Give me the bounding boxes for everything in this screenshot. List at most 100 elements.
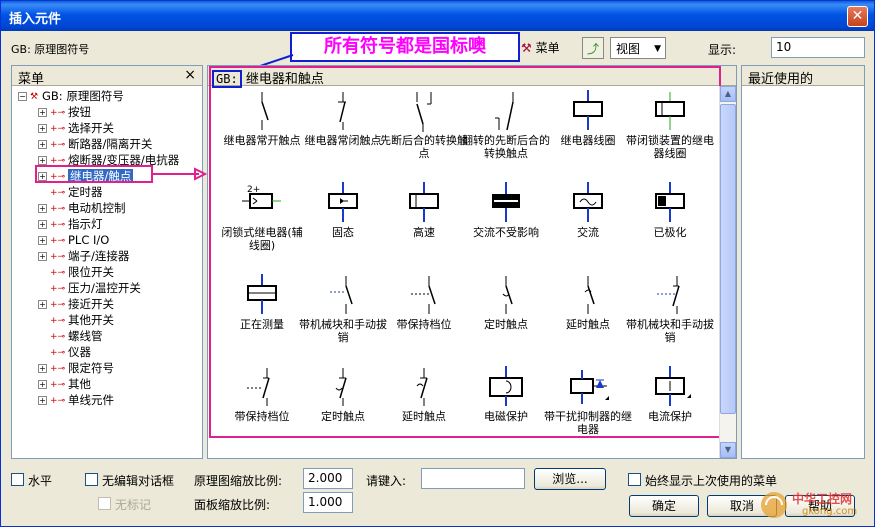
- menu-icon: ⚒: [521, 41, 532, 55]
- panel-scale-input[interactable]: 1.000: [303, 492, 353, 513]
- tree-item[interactable]: +⊸ 螺线管: [38, 328, 103, 344]
- panel-close-icon[interactable]: ×: [184, 67, 196, 83]
- symbol-item[interactable]: 带机械块和手动拔销: [299, 272, 387, 362]
- scroll-up-icon[interactable]: ▲: [720, 86, 736, 102]
- tree-item-label: 接近开关: [68, 297, 114, 311]
- menu-button[interactable]: ⚒ 菜单: [521, 37, 577, 59]
- expander-icon[interactable]: +: [38, 236, 47, 245]
- tree-item[interactable]: + +⊸ 限定符号: [38, 360, 114, 376]
- enter-label: 请键入:: [366, 474, 407, 488]
- symbol-item[interactable]: 延时触点: [382, 364, 466, 454]
- tree-item-label: 按钮: [68, 105, 91, 119]
- expander-icon[interactable]: +: [38, 252, 47, 261]
- tree-item[interactable]: + +⊸ 按钮: [38, 104, 91, 120]
- tree-item-label: 限位开关: [68, 265, 114, 279]
- symbol-item[interactable]: 带闭锁装置的继电器线圈: [626, 88, 714, 178]
- tree-item[interactable]: +⊸ 定时器: [38, 184, 103, 200]
- symbol-item[interactable]: 正在测量: [220, 272, 304, 362]
- symbol-item[interactable]: 固态: [301, 180, 385, 270]
- scroll-thumb[interactable]: [720, 104, 736, 414]
- symbol-item[interactable]: 继电器常闭触点: [301, 88, 385, 178]
- close-button[interactable]: ✕: [847, 6, 868, 27]
- symbol-label: 交流不受影响: [473, 226, 539, 239]
- tree-item[interactable]: + +⊸ 断路器/隔离开关: [38, 136, 152, 152]
- symbol-label: 翻转的先断后合的转换触点: [462, 134, 550, 160]
- symbol-item[interactable]: 2+ 闭锁式继电器(辅线圈): [220, 180, 304, 270]
- symbol-item[interactable]: 交流: [546, 180, 630, 270]
- symbol-label: 继电器常开触点: [223, 134, 301, 147]
- schematic-scale-input[interactable]: 2.000: [303, 468, 353, 489]
- tree-item-label: 定时器: [68, 185, 103, 199]
- ok-button[interactable]: 确定: [629, 495, 699, 517]
- expander-icon[interactable]: +: [38, 364, 47, 373]
- symbol-label: 交流: [577, 226, 599, 239]
- no-edit-dialog-checkbox[interactable]: [85, 473, 98, 486]
- node-icon: +⊸: [50, 395, 66, 406]
- expander-icon[interactable]: +: [38, 140, 47, 149]
- expander-icon[interactable]: +: [38, 396, 47, 405]
- relay-coil-icon: [573, 90, 603, 130]
- browse-button[interactable]: 浏览...: [534, 468, 606, 490]
- horizontal-checkbox[interactable]: [11, 473, 24, 486]
- symbol-label: 延时触点: [566, 318, 610, 331]
- symbol-item[interactable]: 交流不受影响: [464, 180, 548, 270]
- scroll-down-icon[interactable]: ▼: [720, 442, 736, 458]
- always-show-checkbox[interactable]: [628, 473, 641, 486]
- tree-root[interactable]: − ⚒ GB: 原理图符号: [18, 88, 124, 104]
- symbol-item[interactable]: 电流保护: [628, 364, 712, 454]
- display-count-input[interactable]: 10: [771, 37, 865, 58]
- tree-item[interactable]: + +⊸ 单线元件: [38, 392, 114, 408]
- symbol-scrollbar[interactable]: ▲ ▼: [719, 86, 736, 458]
- tree-item[interactable]: +⊸ 压力/温控开关: [38, 280, 141, 296]
- library-icon: ⚒: [30, 91, 39, 102]
- symbol-item[interactable]: 带机械块和手动拔销: [626, 272, 714, 362]
- symbol-item[interactable]: 高速: [382, 180, 466, 270]
- expander-icon[interactable]: +: [38, 108, 47, 117]
- tree-item[interactable]: +⊸ 限位开关: [38, 264, 114, 280]
- expander-icon[interactable]: +: [38, 204, 47, 213]
- symbol-item[interactable]: 延时触点: [546, 272, 630, 362]
- symbol-item[interactable]: 翻转的先断后合的转换触点: [462, 88, 550, 178]
- symbol-item[interactable]: 先断后合的转换触点: [380, 88, 468, 178]
- node-icon: +⊸: [50, 315, 66, 326]
- symbol-item[interactable]: 带保持档位: [220, 364, 304, 454]
- no-tag-checkbox[interactable]: [98, 497, 111, 510]
- symbol-item[interactable]: 继电器线圈: [546, 88, 630, 178]
- expander-icon[interactable]: +: [38, 380, 47, 389]
- window-title: 插入元件: [9, 12, 62, 27]
- current-protection-icon: [655, 366, 691, 406]
- tree-item[interactable]: +⊸ 其他开关: [38, 312, 114, 328]
- node-icon: +⊸: [50, 219, 66, 230]
- tree-item[interactable]: + +⊸ 其他: [38, 376, 91, 392]
- symbol-item[interactable]: 定时触点: [301, 364, 385, 454]
- expander-icon[interactable]: +: [38, 220, 47, 229]
- symbol-group-title: 继电器和触点: [245, 72, 324, 87]
- tree-item[interactable]: + +⊸ 端子/连接器: [38, 248, 129, 264]
- symbol-item[interactable]: 带保持档位: [382, 272, 466, 362]
- tree-item[interactable]: +⊸ 仪器: [38, 344, 91, 360]
- symbol-item[interactable]: 已极化: [628, 180, 712, 270]
- tree-item[interactable]: + +⊸ 选择开关: [38, 120, 114, 136]
- watermark-logo: 中华工控网 gkong.com: [758, 488, 868, 522]
- enter-input[interactable]: [421, 468, 525, 489]
- tree-item[interactable]: + +⊸ 接近开关: [38, 296, 114, 312]
- title-bar[interactable]: 插入元件 ✕: [1, 1, 874, 31]
- symbol-item[interactable]: 带干扰抑制器的继电器: [544, 364, 632, 454]
- up-level-icon[interactable]: ⤴: [582, 37, 604, 59]
- chevron-down-icon: ▼: [654, 44, 661, 54]
- recent-panel: 最近使用的: [741, 65, 865, 459]
- tree-item-label: 断路器/隔离开关: [68, 137, 153, 151]
- symbol-panel-header: GB: 继电器和触点: [208, 66, 736, 88]
- view-dropdown[interactable]: 视图 ▼: [610, 37, 666, 59]
- watermark-url: gkong.com: [802, 506, 858, 517]
- symbol-item[interactable]: 继电器常开触点: [220, 88, 304, 178]
- symbol-item[interactable]: 电磁保护: [464, 364, 548, 454]
- tree-item[interactable]: + +⊸ 电动机控制: [38, 200, 126, 216]
- expander-icon[interactable]: +: [38, 124, 47, 133]
- expander-icon[interactable]: +: [38, 156, 47, 165]
- symbol-item[interactable]: 定时触点: [464, 272, 548, 362]
- menu-panel: 菜单 × − ⚒ GB: 原理图符号 + +⊸ 按钮 + +⊸ 选择开关 + +⊸ 断路器/隔离开关…: [11, 65, 203, 459]
- expander-icon[interactable]: +: [38, 300, 47, 309]
- tree-item[interactable]: + +⊸ PLC I/O: [38, 232, 109, 248]
- tree-item[interactable]: + +⊸ 指示灯: [38, 216, 103, 232]
